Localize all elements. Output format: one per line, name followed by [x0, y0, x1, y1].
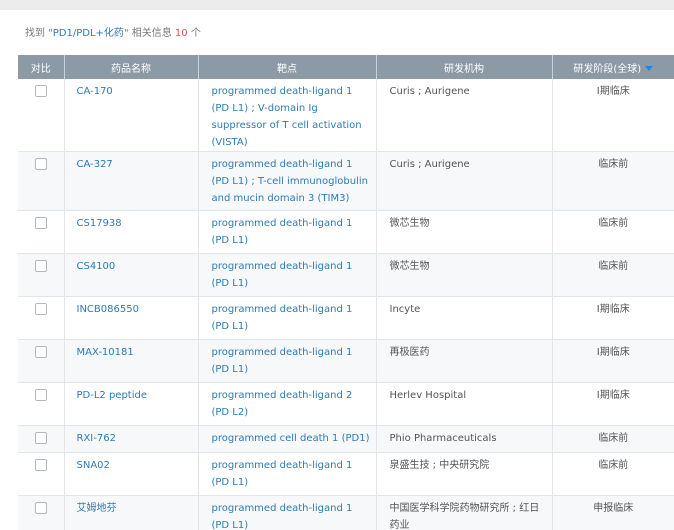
sort-desc-icon[interactable]: [645, 66, 654, 71]
table-row: INCB086550 programmed death-ligand 1 (PD…: [18, 296, 674, 340]
results-table: 对比 药品名称 靶点 研发机构 研发阶段(全球) CA-170 programm…: [18, 55, 674, 530]
compare-checkbox[interactable]: [34, 346, 47, 358]
target-link[interactable]: programmed death-ligand 1 (PD L1): [212, 218, 353, 246]
table-row: CA-327 programmed death-ligand 1 (PD L1)…: [18, 151, 674, 211]
table-row: 艾姆地芬 programmed death-ligand 1 (PD L1) 中…: [18, 495, 674, 530]
stage-cell: I期临床: [596, 390, 630, 401]
target-link[interactable]: programmed death-ligand 2 (PD L2): [212, 390, 353, 418]
stage-cell: 临床前: [598, 433, 629, 444]
target-link[interactable]: programmed death-ligand 1 (PD L1) ; V-do…: [212, 86, 362, 148]
org-cell: 微芯生物: [389, 218, 430, 229]
compare-checkbox[interactable]: [34, 459, 47, 471]
target-link[interactable]: programmed cell death 1 (PD1): [212, 433, 370, 444]
column-header-stage-label: 研发阶段(全球): [573, 63, 642, 75]
stage-cell: I期临床: [596, 86, 630, 97]
target-link[interactable]: programmed death-ligand 1 (PD L1): [212, 304, 353, 332]
column-header-stage[interactable]: 研发阶段(全球): [552, 55, 674, 79]
target-link[interactable]: programmed death-ligand 1 (PD L1) ; T-ce…: [212, 159, 368, 204]
stage-cell: 临床前: [598, 261, 629, 272]
result-count: 10: [174, 28, 188, 39]
stage-cell: I期临床: [596, 347, 630, 358]
column-header-target: 靶点: [198, 55, 377, 79]
target-link[interactable]: programmed death-ligand 1 (PD L1): [212, 347, 353, 375]
org-cell: Curis ; Aurigene: [389, 159, 470, 170]
table-body: CA-170 programmed death-ligand 1 (PD L1)…: [18, 79, 674, 530]
table-row: SNA02 programmed death-ligand 1 (PD L1) …: [18, 452, 674, 496]
target-link[interactable]: programmed death-ligand 1 (PD L1): [212, 261, 353, 289]
stage-cell: 申报临床: [593, 503, 634, 514]
table-row: PD-L2 peptide programmed death-ligand 2 …: [18, 382, 674, 426]
table-row: CA-170 programmed death-ligand 1 (PD L1)…: [18, 79, 674, 152]
column-header-compare: 对比: [18, 55, 65, 79]
org-cell: Herlev Hospital: [389, 390, 467, 401]
summary-suffix: 个: [187, 28, 201, 39]
stage-cell: I期临床: [596, 304, 630, 315]
compare-checkbox[interactable]: [34, 303, 47, 315]
result-summary: 找到 "PD1/PDL+化药" 相关信息 10 个: [25, 24, 201, 39]
top-strip: [0, 0, 674, 10]
summary-prefix: 找到 ": [25, 28, 53, 39]
drug-name-link[interactable]: PD-L2 peptide: [77, 390, 148, 401]
org-cell: 中国医学科学院药物研究所 ; 红日药业: [389, 503, 540, 530]
table-row: CS4100 programmed death-ligand 1 (PD L1)…: [18, 253, 674, 297]
table-row: CS17938 programmed death-ligand 1 (PD L1…: [18, 210, 674, 254]
drug-name-link[interactable]: CA-327: [77, 159, 113, 170]
table-row: MAX-10181 programmed death-ligand 1 (PD …: [18, 339, 674, 383]
stage-cell: 临床前: [598, 218, 629, 229]
compare-checkbox[interactable]: [34, 432, 47, 444]
compare-checkbox[interactable]: [34, 217, 47, 229]
drug-name-link[interactable]: CS17938: [77, 218, 122, 229]
compare-checkbox[interactable]: [34, 260, 47, 272]
drug-name-link[interactable]: MAX-10181: [77, 347, 134, 358]
target-link[interactable]: programmed death-ligand 1 (PD L1): [212, 460, 353, 488]
compare-checkbox[interactable]: [34, 85, 47, 97]
table-row: RXI-762 programmed cell death 1 (PD1) Ph…: [18, 425, 674, 453]
org-cell: Phio Pharmaceuticals: [389, 433, 497, 444]
compare-checkbox[interactable]: [34, 158, 47, 170]
org-cell: Incyte: [389, 304, 421, 315]
drug-name-link[interactable]: RXI-762: [77, 433, 116, 444]
column-header-drug-name: 药品名称: [64, 55, 199, 79]
org-cell: 再极医药: [389, 347, 430, 358]
column-header-org: 研发机构: [376, 55, 553, 79]
org-cell: 微芯生物: [389, 261, 430, 272]
compare-checkbox[interactable]: [34, 502, 47, 514]
org-cell: Curis ; Aurigene: [389, 86, 470, 97]
compare-checkbox[interactable]: [34, 389, 47, 401]
drug-name-link[interactable]: INCB086550: [77, 304, 139, 315]
drug-name-link[interactable]: CA-170: [77, 86, 113, 97]
search-results-page: 找到 "PD1/PDL+化药" 相关信息 10 个 对比 药品名称 靶点 研发机…: [0, 0, 674, 530]
org-cell: 泉盛生技 ; 中央研究院: [389, 460, 490, 471]
summary-query: PD1/PDL+化药: [52, 28, 124, 39]
drug-name-link[interactable]: SNA02: [77, 460, 110, 471]
table-header: 对比 药品名称 靶点 研发机构 研发阶段(全球): [18, 55, 674, 79]
stage-cell: 临床前: [598, 159, 629, 170]
summary-mid: " 相关信息: [123, 28, 175, 39]
stage-cell: 临床前: [598, 460, 629, 471]
drug-name-link[interactable]: CS4100: [77, 261, 116, 272]
target-link[interactable]: programmed death-ligand 1 (PD L1): [212, 503, 353, 530]
drug-name-link[interactable]: 艾姆地芬: [77, 503, 117, 514]
